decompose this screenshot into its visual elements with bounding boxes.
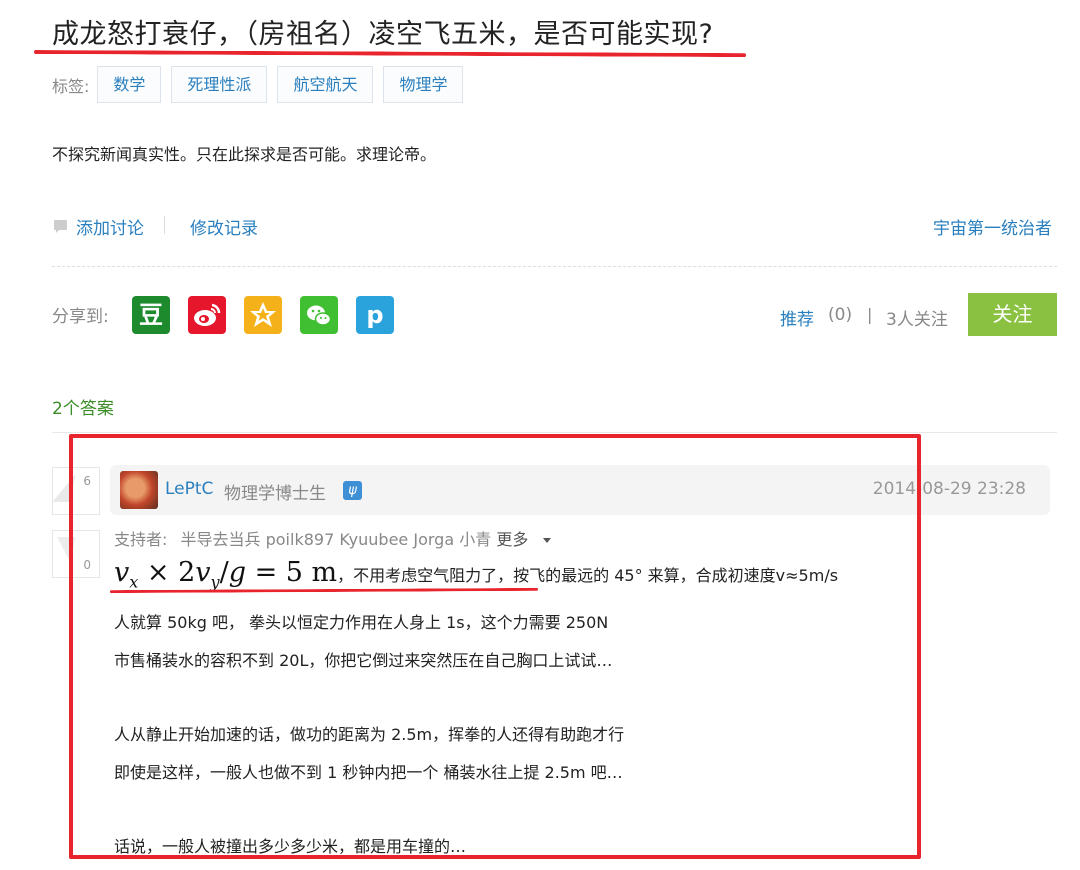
- wechat-share-icon[interactable]: [300, 296, 338, 334]
- question-title: 成龙怒打衰仔，（房祖名）凌空飞五米，是否可能实现?: [52, 19, 714, 50]
- tags-label: 标签:: [52, 76, 90, 96]
- tag-aerospace[interactable]: 航空航天: [277, 66, 374, 103]
- weibo-share-icon[interactable]: [188, 296, 226, 334]
- dashed-divider: [52, 266, 1057, 267]
- asker-name[interactable]: 宇宙第一统治者: [933, 214, 1052, 239]
- follow-button[interactable]: 关注: [968, 293, 1057, 336]
- tags-row: 标签: 数学 死理性派 航空航天 物理学: [52, 66, 473, 103]
- share-row: 分享到: 豆 p 推荐 (0) | 3人关注 关注: [52, 293, 1057, 336]
- douban-share-icon[interactable]: 豆: [132, 296, 170, 334]
- add-discussion-link[interactable]: 添加讨论: [76, 214, 144, 239]
- question-description: 不探究新闻真实性。只在此探求是否可能。求理论帝。: [52, 145, 437, 164]
- comment-icon: [54, 220, 67, 233]
- follower-count: 3人关注: [886, 310, 948, 330]
- recommend-link[interactable]: 推荐: [780, 305, 814, 330]
- answer-red-highlight-box: [69, 434, 921, 859]
- answer-count: 2个答案: [52, 399, 114, 419]
- meta-divider: [164, 216, 165, 234]
- qzone-share-icon[interactable]: [244, 296, 282, 334]
- share-label: 分享到:: [52, 307, 109, 327]
- tag-rationalist[interactable]: 死理性派: [171, 66, 268, 103]
- share-divider: |: [867, 305, 873, 324]
- title-red-underline: [33, 50, 747, 58]
- recommend-count: (0): [828, 305, 853, 325]
- answers-divider: [52, 432, 1057, 433]
- edit-history-link[interactable]: 修改记录: [190, 214, 258, 239]
- tag-physics[interactable]: 物理学: [383, 66, 464, 103]
- question-meta-row: 添加讨论 修改记录 宇宙第一统治者: [52, 212, 1052, 240]
- tag-math[interactable]: 数学: [97, 66, 162, 103]
- p-share-icon[interactable]: p: [356, 296, 394, 334]
